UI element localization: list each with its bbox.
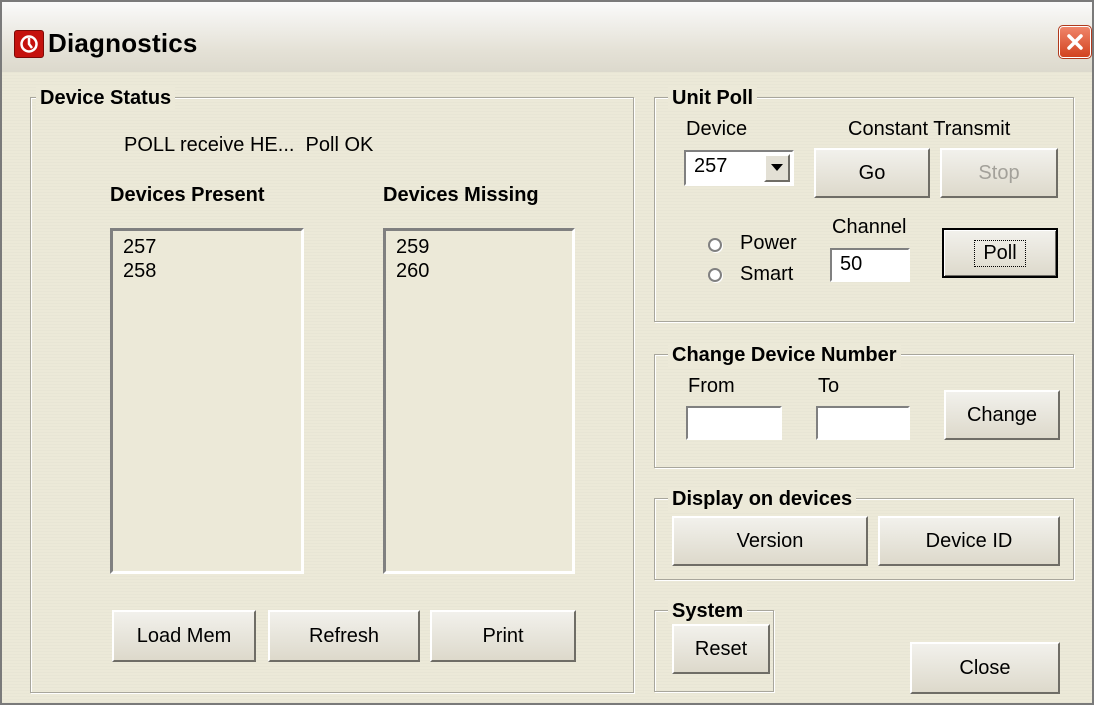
system-group-label: System [668, 599, 748, 623]
app-icon [14, 30, 44, 58]
display-on-devices-group-label: Display on devices [668, 487, 857, 511]
load-mem-button[interactable]: Load Mem [112, 610, 256, 662]
list-item[interactable]: 259 [396, 235, 562, 259]
close-button[interactable]: Close [910, 642, 1060, 694]
channel-label: Channel [832, 216, 907, 238]
smart-label: Smart [740, 263, 794, 285]
to-label: To [818, 375, 840, 397]
window-title: Diagnostics [48, 28, 198, 58]
stop-button[interactable]: Stop [940, 148, 1058, 198]
reset-button[interactable]: Reset [672, 624, 770, 674]
device-select[interactable]: 257 [684, 150, 794, 186]
poll-button-label: Poll [974, 239, 1026, 267]
title-bar: Diagnostics [2, 2, 1092, 72]
list-item[interactable]: 258 [123, 259, 291, 283]
channel-input-value: 50 [840, 253, 863, 275]
smart-radio[interactable] [708, 268, 722, 282]
poll-status-text: POLL receive HE... Poll OK [124, 134, 374, 156]
close-icon [1067, 34, 1083, 50]
go-button[interactable]: Go [814, 148, 930, 198]
refresh-button[interactable]: Refresh [268, 610, 420, 662]
device-label: Device [686, 118, 748, 140]
device-dropdown-button[interactable] [764, 154, 790, 182]
version-button[interactable]: Version [672, 516, 868, 566]
change-button[interactable]: Change [944, 390, 1060, 440]
from-label: From [688, 375, 735, 397]
device-id-button[interactable]: Device ID [878, 516, 1060, 566]
devices-present-header: Devices Present [110, 184, 265, 206]
device-status-group-label: Device Status [36, 86, 176, 110]
print-button[interactable]: Print [430, 610, 576, 662]
chevron-down-icon [771, 164, 783, 171]
devices-missing-list[interactable]: 259 260 [383, 228, 575, 574]
list-item[interactable]: 257 [123, 235, 291, 259]
diagnostics-window: Diagnostics Device Status POLL receive H… [0, 0, 1094, 705]
constant-transmit-label: Constant Transmit [848, 118, 1011, 140]
poll-button[interactable]: Poll [942, 228, 1058, 278]
devices-present-list[interactable]: 257 258 [110, 228, 304, 574]
power-label: Power [740, 232, 797, 254]
from-input[interactable] [686, 406, 782, 440]
list-item[interactable]: 260 [396, 259, 562, 283]
channel-input[interactable]: 50 [830, 248, 910, 282]
devices-missing-header: Devices Missing [383, 184, 539, 206]
power-radio[interactable] [708, 238, 722, 252]
close-window-button[interactable] [1058, 25, 1092, 59]
change-device-number-group-label: Change Device Number [668, 343, 901, 367]
to-input[interactable] [816, 406, 910, 440]
device-select-value: 257 [694, 155, 728, 177]
unit-poll-group-label: Unit Poll [668, 86, 758, 110]
